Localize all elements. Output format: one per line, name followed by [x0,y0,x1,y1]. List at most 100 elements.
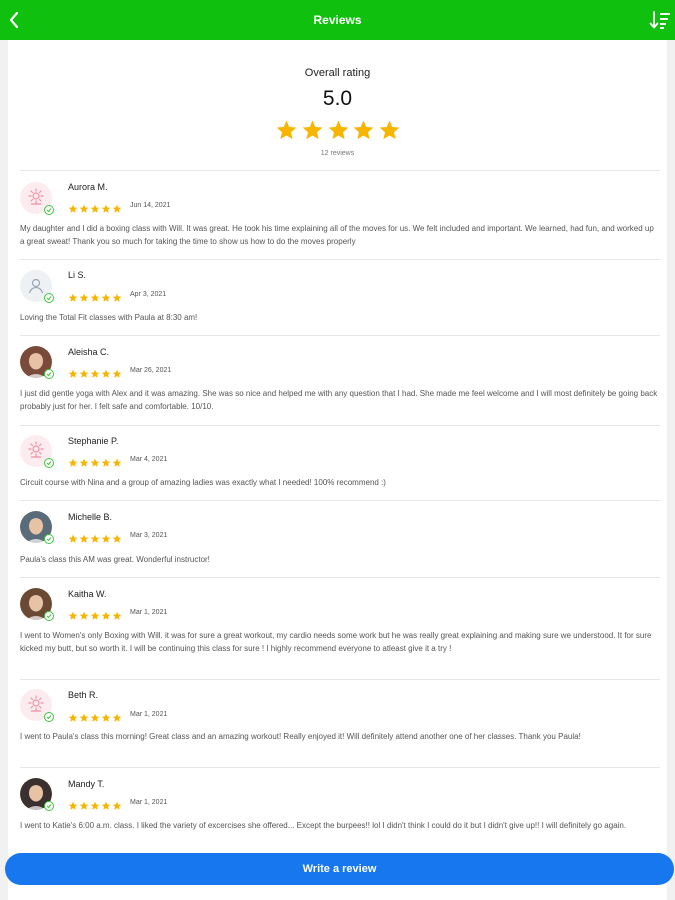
star-icon [112,710,122,722]
review-date: Mar 1, 2021 [130,711,168,718]
star-icon [275,119,298,143]
verified-check-icon [44,712,54,722]
reviewer-name: Michelle B. [68,512,113,522]
review-text: I went to Katie's 6:00 a.m. class. I lik… [20,821,627,830]
review-text: I went to Women's only Boxing with Will.… [20,631,652,653]
star-icon [79,798,89,810]
overall-divider [20,170,660,171]
star-icon [90,201,100,213]
reviewer-name: Mandy T. [68,779,105,789]
star-icon [90,798,100,810]
verified-check-icon [44,369,54,379]
review-text: Circuit course with Nina and a group of … [20,478,386,487]
review-divider [20,767,660,768]
reviewer-name: Li S. [68,270,87,280]
star-icon [68,798,78,810]
star-icon [79,366,89,378]
star-icon [79,531,89,543]
review-star-rating [68,531,122,543]
review-divider [20,500,660,501]
review-date: Mar 1, 2021 [130,609,168,616]
review-divider [20,679,660,680]
reviewer-name: Aleisha C. [68,347,110,357]
star-icon [68,608,78,620]
reviewer-name: Aurora M. [68,182,108,192]
review-star-rating [68,201,122,213]
review-text: I just did gentle yoga with Alex and it … [20,389,658,411]
verified-check-icon [44,801,54,811]
avatar [20,588,54,621]
avatar [20,435,54,468]
review-date: Jun 14, 2021 [130,202,171,209]
star-icon [112,201,122,213]
review-star-rating [68,290,122,302]
review-star-rating [68,455,122,467]
review-star-rating [68,798,122,810]
star-icon [68,531,78,543]
star-icon [101,608,111,620]
reviewer-name: Beth R. [68,690,99,700]
avatar [20,511,54,544]
star-icon [101,531,111,543]
star-icon [352,119,375,143]
overall-rating-score: 5.0 [322,87,353,110]
sort-icon[interactable] [647,8,673,32]
verified-check-icon [44,293,54,303]
avatar [20,346,54,379]
chevron-left-icon[interactable] [2,7,26,33]
star-icon [301,119,324,143]
reviews-card: Overall rating 5.0 12 reviews Aurora M. J… [8,40,667,900]
review-divider [20,577,660,578]
star-icon [90,290,100,302]
top-app-bar: Reviews [0,0,675,40]
verified-check-icon [44,534,54,544]
star-icon [378,119,401,143]
star-icon [90,531,100,543]
review-divider [20,425,660,426]
review-star-rating [68,366,122,378]
review-star-rating [68,608,122,620]
write-review-button[interactable]: Write a review [5,853,674,885]
review-text: Paula's class this AM was great. Wonderf… [20,555,210,564]
star-icon [68,201,78,213]
verified-check-icon [44,205,54,215]
reviews-content[interactable]: Overall rating 5.0 12 reviews Aurora M. J… [0,40,675,900]
star-icon [68,366,78,378]
star-icon [68,710,78,722]
review-text: My daughter and I did a boxing class wit… [20,224,654,246]
review-divider [20,335,660,336]
star-icon [79,710,89,722]
review-text: Loving the Total Fit classes with Paula … [20,313,198,322]
star-icon [101,290,111,302]
review-date: Mar 1, 2021 [130,799,168,806]
star-icon [68,290,78,302]
star-icon [79,455,89,467]
verified-check-icon [44,611,54,621]
star-icon [112,531,122,543]
star-icon [112,455,122,467]
verified-check-icon [44,458,54,468]
star-icon [112,608,122,620]
avatar [20,270,54,303]
star-icon [90,608,100,620]
star-icon [101,201,111,213]
star-icon [90,455,100,467]
overall-rating-label: Overall rating [304,67,371,79]
star-icon [101,710,111,722]
avatar [20,182,54,215]
reviewer-name: Stephanie P. [68,436,119,446]
star-icon [101,455,111,467]
star-icon [79,290,89,302]
avatar [20,778,54,811]
review-date: Mar 26, 2021 [130,367,172,374]
star-icon [68,455,78,467]
overall-star-rating [275,119,401,143]
review-date: Apr 3, 2021 [130,291,167,298]
avatar [20,689,54,722]
star-icon [112,290,122,302]
star-icon [101,366,111,378]
star-icon [112,366,122,378]
star-icon [90,710,100,722]
star-icon [79,201,89,213]
reviewer-name: Kaitha W. [68,589,107,599]
